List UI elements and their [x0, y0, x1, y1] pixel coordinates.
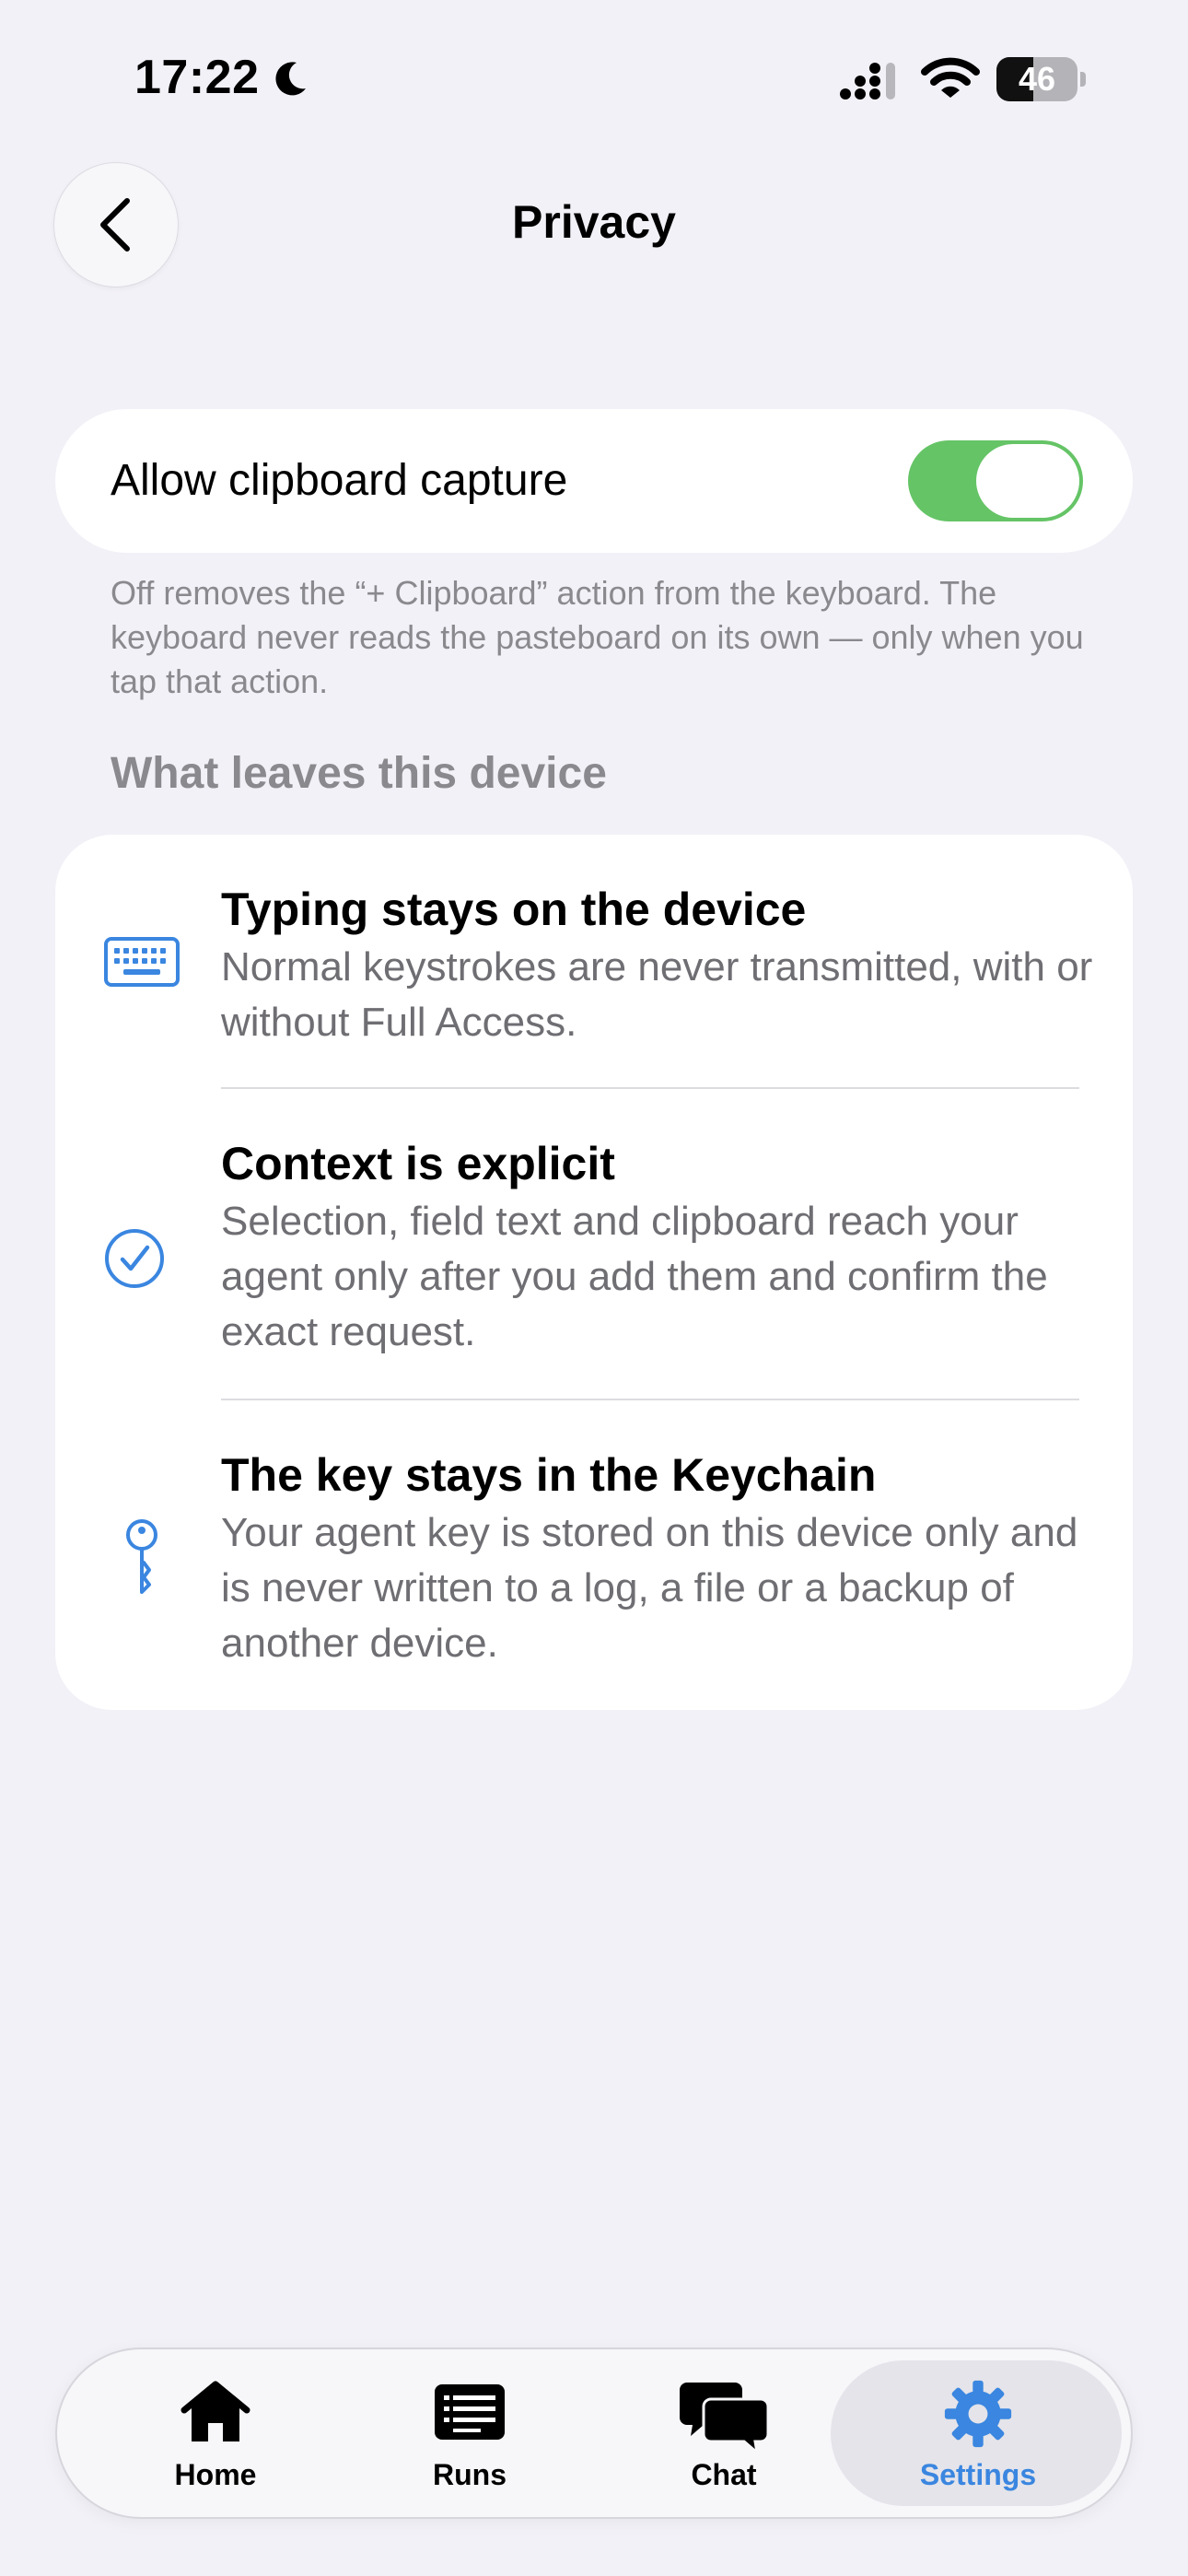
list-icon — [435, 2384, 505, 2440]
tab-settings[interactable]: Settings — [851, 2349, 1105, 2517]
tab-label: Runs — [433, 2458, 507, 2491]
info-description: Normal keystrokes are never transmitted,… — [221, 944, 1093, 1045]
section-header: What leaves this device — [111, 749, 607, 798]
clipboard-capture-toggle[interactable] — [908, 440, 1083, 521]
tab-chat[interactable]: Chat — [597, 2349, 851, 2517]
status-time: 17:22 — [134, 51, 260, 104]
page-title: Privacy — [512, 196, 676, 248]
info-title: The key stays in the Keychain — [221, 1449, 877, 1501]
tab-label: Chat — [691, 2458, 757, 2491]
signal-icon — [840, 63, 895, 100]
tab-label: Settings — [919, 2458, 1037, 2491]
key-icon — [126, 1519, 157, 1594]
moon-icon — [275, 62, 306, 96]
house-icon — [181, 2381, 250, 2441]
battery-icon: 46 — [996, 57, 1086, 101]
clipboard-capture-label: Allow clipboard capture — [111, 456, 568, 505]
info-description: Selection, field text and clipboard reac… — [221, 1199, 1048, 1354]
status-bar: 17:22 46 — [0, 0, 1188, 147]
divider — [221, 1087, 1079, 1089]
tab-runs[interactable]: Runs — [343, 2349, 597, 2517]
info-title: Context is explicit — [221, 1138, 615, 1189]
info-title: Typing stays on the device — [221, 884, 807, 935]
gear-icon — [944, 2380, 1012, 2448]
tab-label: Home — [174, 2458, 257, 2491]
privacy-info-card: Typing stays on the device Normal keystr… — [55, 835, 1133, 1710]
tab-bar: Home Runs Chat Settings — [55, 2348, 1133, 2519]
info-description: Your agent key is stored on this device … — [221, 1510, 1078, 1666]
battery-level: 46 — [1018, 60, 1056, 98]
privacy-screen: 17:22 46 Privacy Allow clipboard capture… — [0, 0, 1188, 2576]
divider — [221, 1399, 1079, 1400]
wifi-icon — [921, 57, 980, 98]
checkmark-circle-icon — [105, 1229, 164, 1288]
keyboard-icon — [104, 937, 180, 987]
clipboard-footnote: Off removes the “+ Clipboard” action fro… — [111, 574, 1084, 700]
tab-home[interactable]: Home — [88, 2349, 343, 2517]
chat-bubbles-icon — [680, 2383, 768, 2453]
toggle-knob — [976, 444, 1079, 518]
clipboard-capture-row: Allow clipboard capture — [55, 409, 1133, 553]
